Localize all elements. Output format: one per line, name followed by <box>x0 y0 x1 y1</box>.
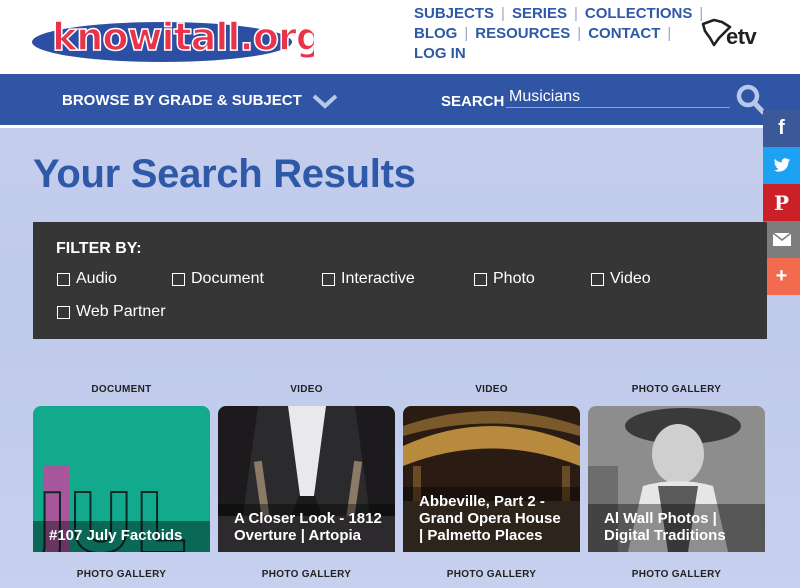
nav-subjects[interactable]: SUBJECTS <box>414 4 494 24</box>
filter-label: Document <box>191 270 264 287</box>
result-type-label: PHOTO GALLERY <box>446 569 537 580</box>
etv-wordmark: etv <box>726 24 757 49</box>
browse-label: BROWSE BY GRADE & SUBJECT <box>62 92 302 109</box>
pinterest-share-button[interactable]: P <box>763 184 800 221</box>
nav-series[interactable]: SERIES <box>512 4 567 24</box>
checkbox-icon[interactable] <box>322 272 335 286</box>
filter-document[interactable]: Document <box>172 270 264 288</box>
result-title: Abbeville, Part 2 - Grand Opera House | … <box>403 487 580 552</box>
nav-resources[interactable]: RESOURCES <box>475 24 570 44</box>
search-icon[interactable] <box>736 84 766 116</box>
nav-contact[interactable]: CONTACT <box>588 24 660 44</box>
share-rail: f P + <box>763 110 800 295</box>
filter-video[interactable]: Video <box>591 270 651 288</box>
top-navigation: SUBJECTS | SERIES | COLLECTIONS | BLOG | RES… <box>414 4 704 64</box>
result-type-label: PHOTO GALLERY <box>261 569 352 580</box>
result-card[interactable]: Abbeville, Part 2 - Grand Opera House | … <box>403 406 580 552</box>
result-type-label: VIDEO <box>290 384 323 395</box>
result-title: A Closer Look - 1812 Overture | Artopia <box>218 504 395 552</box>
result-type-label: PHOTO GALLERY <box>631 384 722 395</box>
email-share-button[interactable] <box>763 221 800 258</box>
facebook-share-button[interactable]: f <box>763 110 800 147</box>
more-share-button[interactable]: + <box>763 258 800 295</box>
result-type-label: PHOTO GALLERY <box>76 569 167 580</box>
twitter-share-button[interactable] <box>763 147 800 184</box>
checkbox-icon[interactable] <box>57 272 70 286</box>
checkbox-icon[interactable] <box>57 305 70 319</box>
nav-log-in[interactable]: LOG IN <box>414 44 466 64</box>
filter-audio[interactable]: Audio <box>57 270 117 288</box>
twitter-icon <box>773 158 790 172</box>
filter-title: FILTER BY: <box>56 240 142 257</box>
site-header: knowitall.org SUBJECTS | SERIES | COLLECTI… <box>0 0 800 74</box>
result-type-label: DOCUMENT <box>91 384 152 395</box>
nav-blog[interactable]: BLOG <box>414 24 457 44</box>
filter-label: Photo <box>493 270 535 287</box>
filter-label: Interactive <box>341 270 415 287</box>
filter-label: Audio <box>76 270 117 287</box>
chevron-down-icon <box>312 94 338 109</box>
result-type-label: VIDEO <box>475 384 508 395</box>
facebook-icon: f <box>778 117 785 139</box>
page-title: Your Search Results <box>33 152 416 196</box>
checkbox-icon[interactable] <box>172 272 185 286</box>
scetv-logo[interactable]: etv <box>700 18 770 52</box>
filter-photo[interactable]: Photo <box>474 270 535 288</box>
filter-label: Web Partner <box>76 303 166 320</box>
result-card[interactable]: JUL #107 July Factoids <box>33 406 210 552</box>
knowitall-logo[interactable]: knowitall.org <box>32 8 314 66</box>
result-title: #107 July Factoids <box>33 521 210 552</box>
email-icon <box>772 233 791 246</box>
search-input[interactable] <box>506 86 730 108</box>
search-label: SEARCH <box>441 93 505 110</box>
result-type-label: PHOTO GALLERY <box>631 569 722 580</box>
result-card[interactable]: A Closer Look - 1812 Overture | Artopia <box>218 406 395 552</box>
pinterest-icon: P <box>773 190 790 215</box>
browse-by-grade-subject-dropdown[interactable]: BROWSE BY GRADE & SUBJECT <box>62 92 338 109</box>
main-navbar: BROWSE BY GRADE & SUBJECT SEARCH <box>0 74 800 128</box>
filter-interactive[interactable]: Interactive <box>322 270 415 288</box>
checkbox-icon[interactable] <box>591 272 604 286</box>
plus-icon: + <box>775 265 788 287</box>
svg-text:knowitall.org: knowitall.org <box>52 15 314 59</box>
filter-panel: FILTER BY: Audio Document Interactive Ph… <box>33 222 767 339</box>
filter-web-partner[interactable]: Web Partner <box>57 303 166 321</box>
filter-label: Video <box>610 270 651 287</box>
checkbox-icon[interactable] <box>474 272 487 286</box>
result-card[interactable]: Al Wall Photos | Digital Traditions <box>588 406 765 552</box>
result-title: Al Wall Photos | Digital Traditions <box>588 504 765 552</box>
nav-collections[interactable]: COLLECTIONS <box>585 4 693 24</box>
